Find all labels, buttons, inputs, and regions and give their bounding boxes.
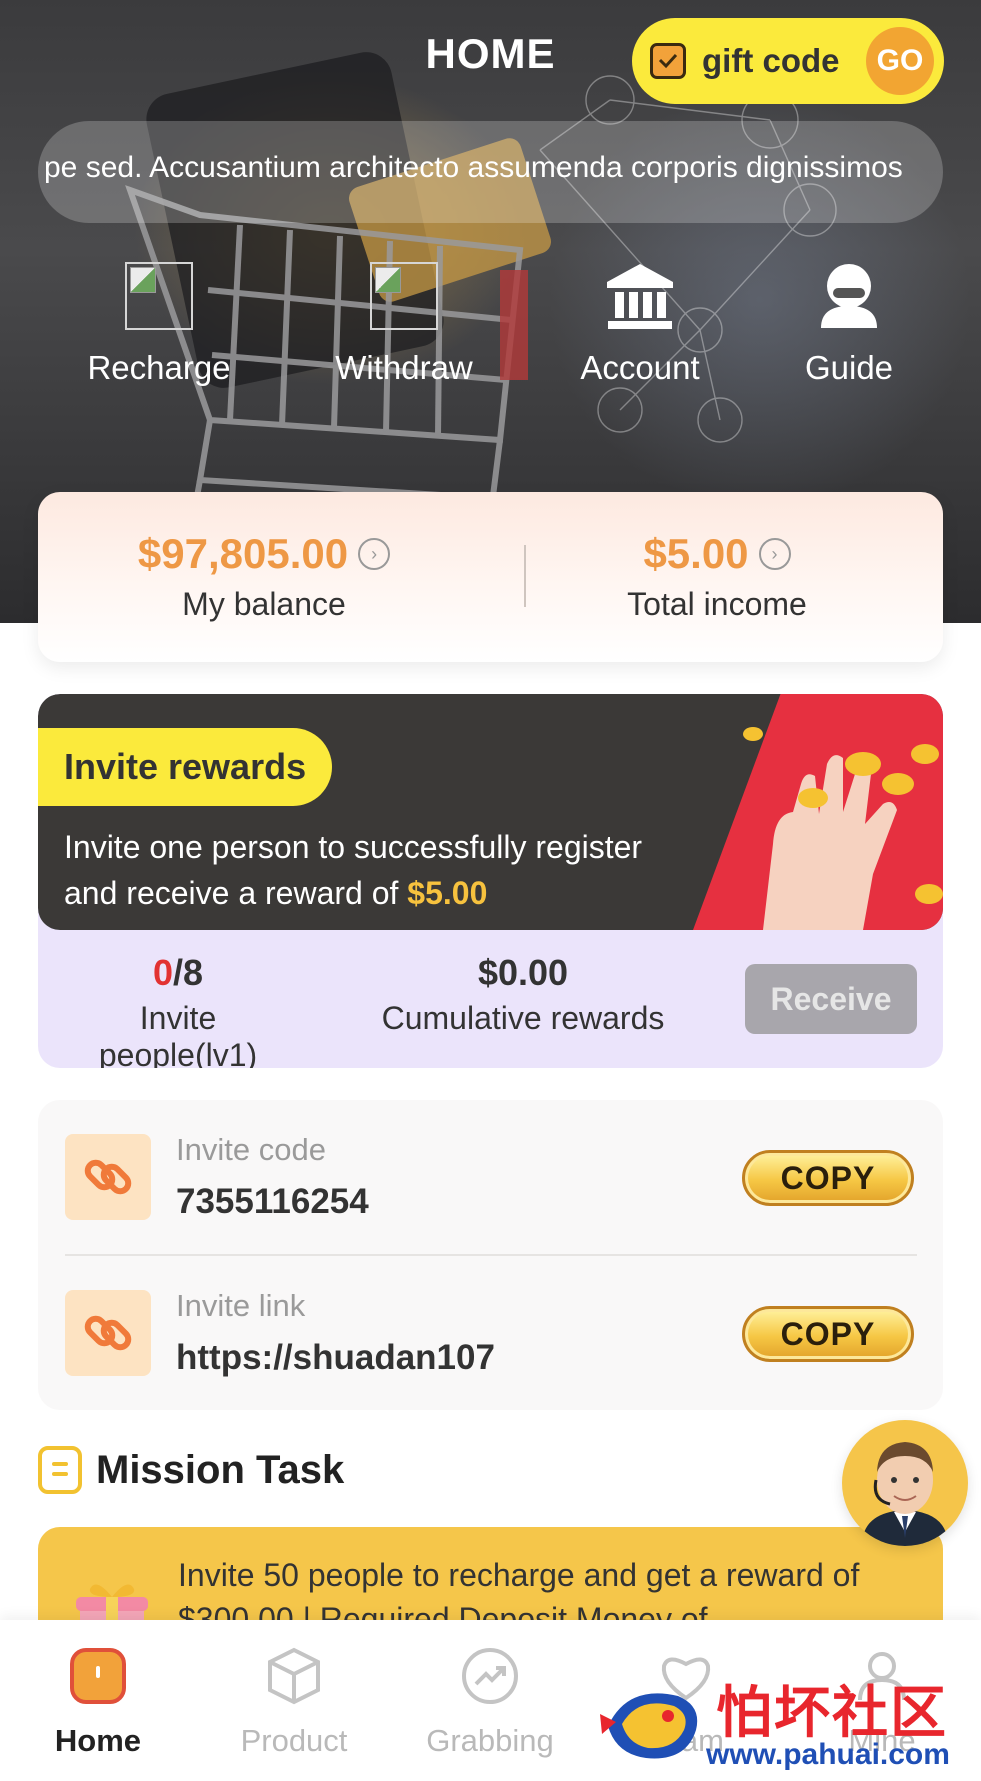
account-label: Account (580, 349, 700, 386)
withdraw-button[interactable]: Withdraw (304, 262, 504, 387)
home-icon (70, 1648, 126, 1704)
tab-product[interactable]: Product (196, 1646, 392, 1759)
cumulative-label: Cumulative rewards (381, 1000, 665, 1036)
invited-total: /8 (173, 952, 204, 993)
checkbox-icon (650, 43, 686, 79)
watermark-url: www.pahuai.com (706, 1738, 950, 1771)
guide-label: Guide (804, 349, 894, 386)
my-balance-value: $97,805.00 (137, 530, 349, 577)
tab-home-label: Home (54, 1723, 142, 1758)
invite-reward-amount: $5.00 (407, 875, 488, 911)
link-icon (65, 1134, 151, 1220)
gift-code-label: gift code (702, 42, 840, 79)
divider (65, 1254, 917, 1256)
receive-button[interactable]: Receive (745, 964, 917, 1034)
invite-code-card: Invite code 7355116254 COPY Invite link … (38, 1100, 943, 1410)
tab-grabbing-label: Grabbing (426, 1723, 554, 1758)
total-income[interactable]: $5.00 › Total income (491, 530, 943, 623)
invite-code-label: Invite code (176, 1132, 326, 1167)
invite-link-row: Invite link https://shuadan107 COPY (38, 1288, 943, 1428)
total-income-label: Total income (627, 586, 807, 622)
invite-rewards-badge: Invite rewards (38, 728, 333, 806)
mission-header: Mission Task (38, 1445, 344, 1495)
invite-link-value: https://shuadan107 (176, 1338, 495, 1377)
gift-code-button[interactable]: gift code GO (632, 18, 944, 104)
copy-code-button[interactable]: COPY (742, 1150, 914, 1206)
invite-desc-line2: and receive a reward of (64, 875, 408, 911)
box-icon (268, 1647, 320, 1705)
announcement-marquee: pe sed. Accusantium architecto assumenda… (38, 121, 943, 223)
tab-product-label: Product (240, 1723, 348, 1758)
cumulative-value: $0.00 (477, 952, 569, 993)
invite-desc-line1: Invite one person to successfully regist… (64, 829, 643, 865)
recharge-label: Recharge (87, 349, 231, 386)
chevron-right-icon: › (758, 538, 791, 570)
invite-rewards-card: Invite rewards Invite one person to succ… (38, 694, 943, 1068)
invite-people-label: Invite people(lv1) (98, 1000, 258, 1068)
watermark-text: 怕坏社区 (716, 1681, 948, 1746)
withdraw-label: Withdraw (335, 349, 473, 386)
invite-code-row: Invite code 7355116254 COPY (38, 1132, 943, 1272)
announcement-text: pe sed. Accusantium architecto assumenda… (44, 151, 903, 184)
bank-icon (607, 264, 673, 329)
invite-link-label: Invite link (176, 1288, 306, 1323)
recharge-button[interactable]: Recharge (59, 262, 259, 387)
document-icon (38, 1446, 82, 1494)
tab-grabbing[interactable]: Grabbing (392, 1646, 588, 1759)
link-icon (65, 1290, 151, 1376)
cumulative-rewards-stat: $0.00 Cumulative rewards (368, 952, 678, 1037)
chevron-right-icon: › (358, 538, 391, 570)
my-balance-label: My balance (182, 586, 346, 622)
invite-code-value: 7355116254 (176, 1182, 369, 1221)
tab-home[interactable]: Home (0, 1646, 196, 1759)
balance-divider (524, 545, 526, 607)
customer-service-avatar[interactable] (842, 1420, 968, 1546)
total-income-value: $5.00 (643, 530, 749, 577)
account-button[interactable]: Account (540, 262, 740, 387)
copy-link-button[interactable]: COPY (742, 1306, 914, 1362)
balance-card: $97,805.00 › My balance $5.00 › Total in… (38, 492, 943, 662)
invite-people-stat: 0/8 Invite people(lv1) (58, 952, 298, 1068)
watermark: 怕坏社区 www.pahuai.com (598, 1660, 981, 1781)
trend-icon (462, 1648, 518, 1704)
broken-image-icon (125, 262, 193, 330)
gift-code-go-button[interactable]: GO (866, 27, 934, 95)
user-icon (821, 264, 877, 328)
invite-rewards-banner: Invite rewards Invite one person to succ… (38, 694, 943, 930)
fish-logo-icon (600, 1693, 698, 1759)
my-balance[interactable]: $97,805.00 › My balance (38, 530, 490, 623)
coins-hand-illustration (743, 727, 943, 930)
invited-count: 0 (152, 952, 173, 993)
guide-button[interactable]: Guide (749, 262, 949, 387)
broken-image-icon (370, 262, 438, 330)
mission-title: Mission Task (96, 1447, 345, 1492)
invite-rewards-description: Invite one person to successfully regist… (64, 824, 704, 916)
